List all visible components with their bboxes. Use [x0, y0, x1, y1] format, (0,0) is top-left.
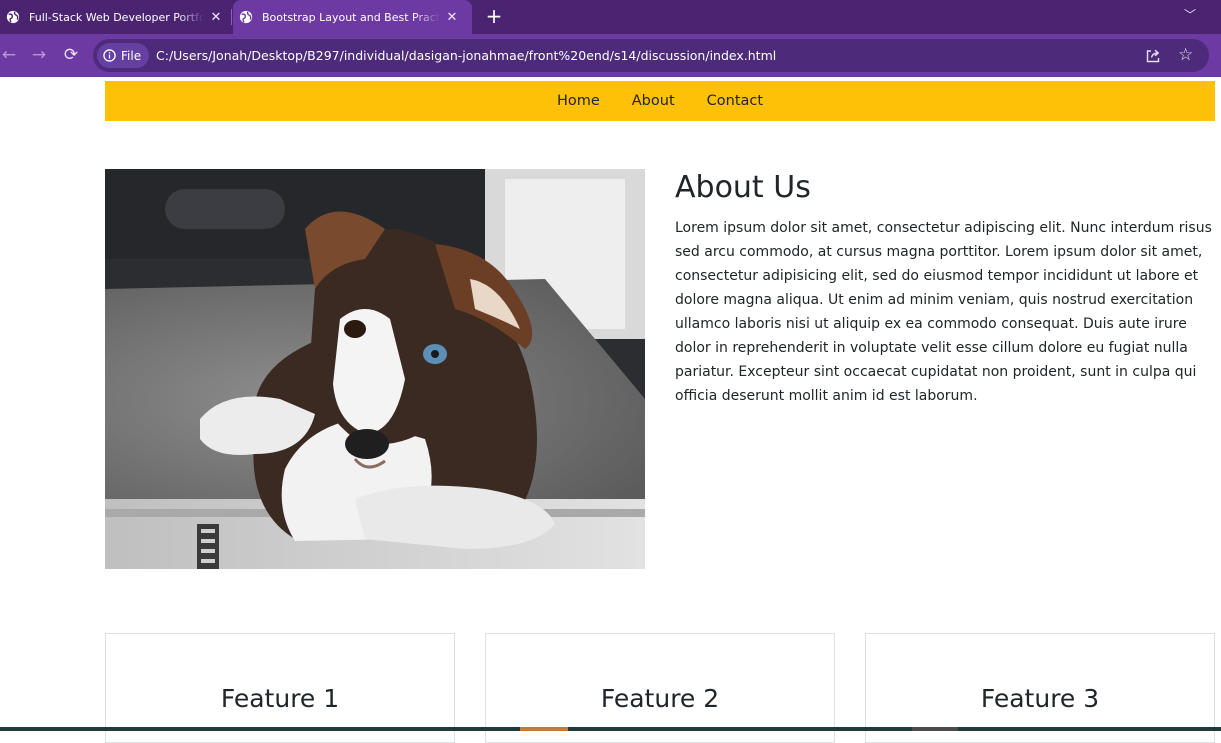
browser-toolbar: ← → ⟳ File C:/Users/Jonah/Desktop/B297/i… — [0, 34, 1221, 77]
close-icon[interactable]: ✕ — [208, 9, 224, 25]
nav-link-home[interactable]: Home — [541, 93, 616, 109]
site-info-label: File — [121, 48, 142, 63]
nav-link-contact[interactable]: Contact — [691, 93, 779, 109]
taskbar-app-indicator[interactable] — [520, 727, 568, 731]
close-icon[interactable]: ✕ — [444, 9, 460, 25]
tab-title: Full-Stack Web Developer Portfolio — [29, 10, 204, 24]
tab-strip: Full-Stack Web Developer Portfolio ✕ Boo… — [0, 0, 1221, 34]
info-icon — [103, 49, 116, 62]
chevron-down-icon[interactable]: ﹀ — [1181, 6, 1199, 24]
tab-divider — [231, 9, 232, 25]
feature-title: Feature 3 — [980, 684, 1100, 713]
tab-bootstrap-layout[interactable]: Bootstrap Layout and Best Practices ✕ — [233, 0, 472, 34]
back-arrow-icon[interactable]: ← — [0, 44, 20, 66]
taskbar-app-indicator[interactable] — [912, 727, 958, 731]
globe-icon — [239, 10, 253, 24]
site-info-chip[interactable]: File — [97, 43, 150, 68]
forward-arrow-icon[interactable]: → — [28, 44, 50, 66]
bookmark-star-icon[interactable]: ☆ — [1178, 45, 1193, 65]
about-paragraph: Lorem ipsum dolor sit amet, consectetur … — [675, 220, 1212, 404]
about-heading: About Us — [675, 170, 811, 205]
reload-icon[interactable]: ⟳ — [60, 44, 82, 66]
tab-title: Bootstrap Layout and Best Practices — [262, 10, 440, 24]
feature-title: Feature 2 — [600, 684, 720, 713]
url-text[interactable]: C:/Users/Jonah/Desktop/B297/individual/d… — [156, 48, 776, 63]
tab-portfolio[interactable]: Full-Stack Web Developer Portfolio ✕ — [0, 0, 230, 34]
os-taskbar-edge — [0, 727, 1221, 731]
about-image-puppy — [105, 169, 645, 569]
nav-link-about[interactable]: About — [616, 93, 691, 109]
new-tab-plus-icon[interactable]: + — [484, 6, 504, 27]
globe-icon — [6, 10, 20, 24]
share-icon[interactable] — [1145, 48, 1161, 64]
feature-title: Feature 1 — [220, 684, 340, 713]
address-bar[interactable]: File C:/Users/Jonah/Desktop/B297/individ… — [93, 39, 1209, 72]
site-navbar: Home About Contact — [105, 81, 1215, 121]
